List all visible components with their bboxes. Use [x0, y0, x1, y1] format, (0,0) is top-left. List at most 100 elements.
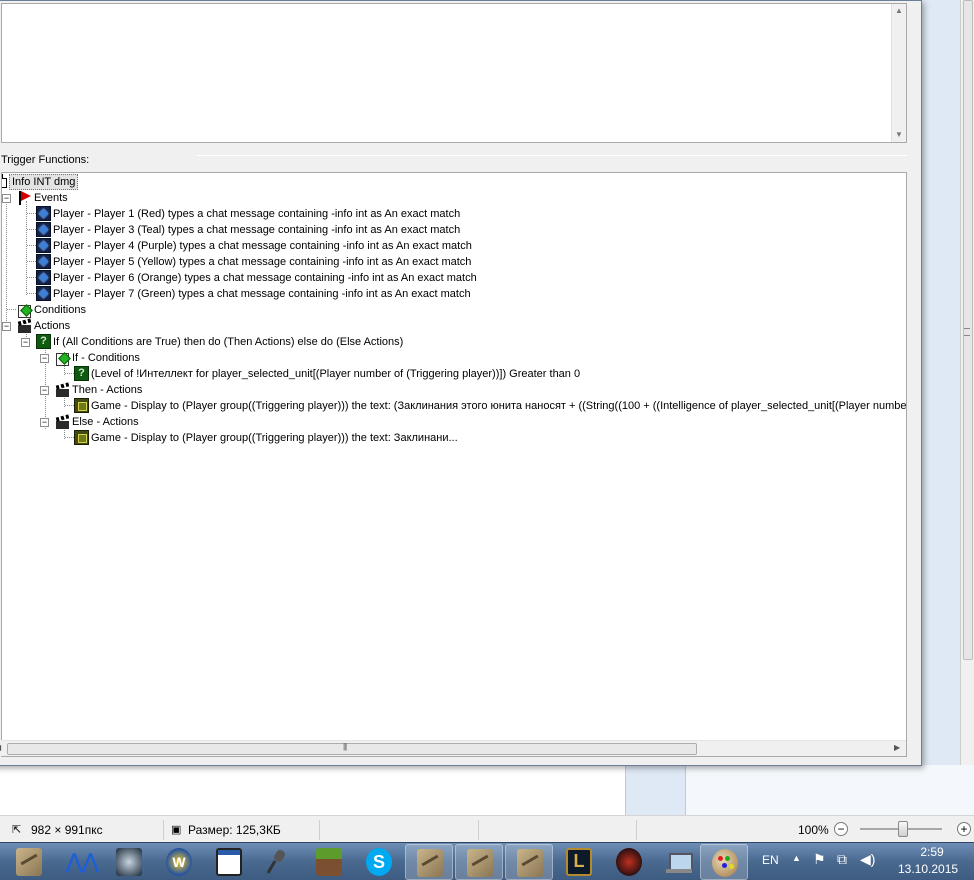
collapse-events-icon[interactable]: − — [2, 194, 11, 203]
network-icon[interactable]: ⧉ — [837, 851, 847, 868]
tree-item-actions[interactable]: Actions — [17, 318, 72, 334]
comment-text-box[interactable]: ▲ ▼ — [1, 3, 907, 143]
event-item[interactable]: Player - Player 7 (Green) types a chat m… — [36, 286, 473, 302]
taskbar-worldedit-button[interactable] — [5, 844, 53, 880]
action-label: Game - Display to (Player group((Trigger… — [91, 400, 907, 412]
background-vertical-scrollbar[interactable] — [960, 0, 974, 815]
trigger-functions-label: Trigger Functions: — [1, 154, 90, 166]
collapse-if-icon[interactable]: − — [21, 338, 30, 347]
scroll-up-icon[interactable]: ▲ — [895, 6, 903, 15]
event-item[interactable]: Player - Player 3 (Teal) types a chat me… — [36, 222, 462, 238]
zoom-slider-thumb[interactable] — [898, 821, 908, 837]
divider — [163, 820, 164, 840]
clock-date[interactable]: 13.10.2015 — [898, 862, 958, 876]
collapse-if-conditions-icon[interactable]: − — [40, 354, 49, 363]
taskbar-afterburner-button[interactable]: ⋀⋀ — [55, 844, 103, 880]
league-of-legends-icon: L — [566, 848, 592, 876]
background-pane — [625, 765, 685, 815]
scroll-left-icon[interactable]: ◀ — [0, 743, 1, 752]
action-item[interactable]: Game - Display to (Player group((Trigger… — [74, 430, 460, 446]
player-icon — [36, 222, 51, 237]
event-label: Player - Player 6 (Orange) types a chat … — [53, 272, 477, 284]
condition-label: (Level of !Интеллект for player_selected… — [91, 368, 581, 380]
taskbar-minecraft-button[interactable] — [305, 844, 353, 880]
taskbar-paint-button[interactable] — [700, 844, 748, 880]
tree-item-conditions[interactable]: Conditions — [17, 302, 88, 318]
microphone-icon — [266, 848, 292, 876]
tree-line — [27, 277, 36, 278]
show-hidden-icons[interactable]: ▲ — [792, 853, 801, 863]
clapperboard-icon — [55, 414, 70, 429]
action-item[interactable]: Game - Display to (Player group((Trigger… — [74, 398, 907, 414]
tree-item-if-conditions[interactable]: If - Conditions — [55, 350, 142, 366]
event-label: Player - Player 7 (Green) types a chat m… — [53, 288, 471, 300]
tree-line — [65, 373, 74, 374]
scrollbar-thumb[interactable] — [7, 743, 697, 755]
file-size: Размер: 125,3КБ — [188, 823, 281, 837]
taskbar-wow-button[interactable]: W — [155, 844, 203, 880]
zoom-out-button[interactable]: − — [834, 822, 848, 836]
tree-item-if-action[interactable]: ? If (All Conditions are True) then do (T… — [36, 334, 405, 350]
worldedit-icon — [417, 849, 443, 877]
taskbar-worldedit-button[interactable] — [505, 844, 553, 880]
tree-line — [65, 437, 74, 438]
taskbar-worldedit-button[interactable] — [405, 844, 453, 880]
background-window — [920, 0, 974, 815]
tree-item-events[interactable]: Events — [17, 190, 70, 206]
taskbar-lol-button[interactable]: L — [555, 844, 603, 880]
game-icon — [74, 398, 89, 413]
worldedit-icon — [467, 849, 493, 877]
event-item[interactable]: Player - Player 6 (Orange) types a chat … — [36, 270, 479, 286]
then-actions-label: Then - Actions — [72, 384, 143, 396]
tree-item-then-actions[interactable]: Then - Actions — [55, 382, 144, 398]
action-label: Game - Display to (Player group((Trigger… — [91, 432, 458, 444]
taskbar-computer-button[interactable] — [655, 844, 703, 880]
event-label: Player - Player 3 (Teal) types a chat me… — [53, 224, 461, 236]
scroll-down-icon[interactable]: ▼ — [895, 130, 903, 139]
trigger-page-icon — [2, 174, 7, 188]
taskbar-window-button[interactable] — [205, 844, 253, 880]
disk-icon: ▣ — [171, 824, 182, 836]
tree-line — [7, 309, 16, 310]
event-item[interactable]: Player - Player 4 (Purple) types a chat … — [36, 238, 474, 254]
if-conditions-label: If - Conditions — [72, 352, 140, 364]
condition-item[interactable]: ? (Level of !Интеллект for player_selecte… — [74, 366, 582, 382]
event-item[interactable]: Player - Player 5 (Yellow) types a chat … — [36, 254, 473, 270]
horizontal-scrollbar[interactable]: ◀ ||| ▶ — [0, 740, 906, 756]
if-action-label: If (All Conditions are True) then do (Th… — [53, 336, 404, 348]
background-pane — [685, 765, 974, 815]
collapse-then-icon[interactable]: − — [40, 386, 49, 395]
taskbar-worldedit-button[interactable] — [455, 844, 503, 880]
event-item[interactable]: Player - Player 1 (Red) types a chat mes… — [36, 206, 462, 222]
clock-time[interactable]: 2:59 — [907, 845, 957, 859]
trigger-tree[interactable]: Info INT dmg − Events Player - Player 1 … — [1, 172, 907, 757]
scrollbar-grip-icon: ||| — [343, 742, 347, 751]
taskbar-microphone-button[interactable] — [255, 844, 303, 880]
taskbar-skype-button[interactable]: S — [355, 844, 403, 880]
tree-line — [26, 201, 27, 295]
game-icon — [74, 430, 89, 445]
dimensions-icon: ⇱ — [12, 824, 22, 836]
collapse-else-icon[interactable]: − — [40, 418, 49, 427]
taskbar-wolf-button[interactable] — [605, 844, 653, 880]
events-label: Events — [34, 192, 68, 204]
event-label: Player - Player 1 (Red) types a chat mes… — [53, 208, 461, 220]
tree-line — [65, 405, 74, 406]
action-center-flag-icon[interactable]: ⚑ — [813, 851, 826, 868]
tree-root-item[interactable]: Info INT dmg — [2, 174, 79, 190]
volume-icon[interactable]: ◀) — [860, 851, 875, 868]
collapse-actions-icon[interactable]: − — [2, 322, 11, 331]
taskbar-warcraft-button[interactable] — [105, 844, 153, 880]
paint-icon — [712, 849, 738, 877]
comment-scrollbar[interactable]: ▲ ▼ — [891, 4, 906, 142]
conditions-icon — [55, 350, 70, 366]
trigger-functions-header: Trigger Functions: — [1, 151, 907, 169]
player-icon — [36, 206, 51, 221]
tree-item-else-actions[interactable]: Else - Actions — [55, 414, 141, 430]
zoom-in-button[interactable]: + — [957, 822, 971, 836]
window-icon — [216, 848, 242, 876]
scroll-right-icon[interactable]: ▶ — [894, 743, 900, 752]
clapperboard-icon — [17, 318, 32, 333]
language-indicator[interactable]: EN — [762, 853, 779, 867]
tree-line — [6, 197, 7, 327]
